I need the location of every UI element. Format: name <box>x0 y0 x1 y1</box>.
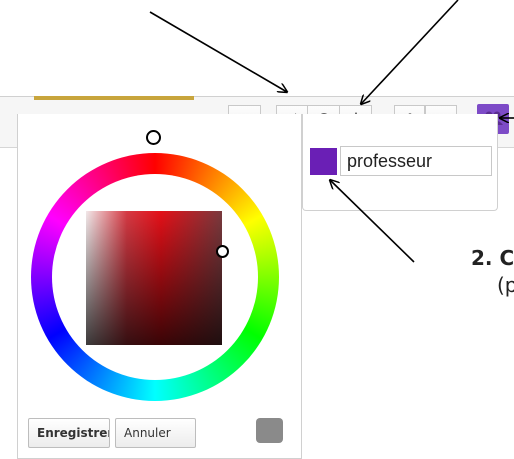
cancel-button-label: Annuler <box>124 426 171 440</box>
instruction-paren: (p <box>497 273 514 297</box>
saturation-value-square[interactable] <box>86 211 222 345</box>
color-preview-swatch <box>256 418 283 443</box>
save-button-label: Enregistrer <box>37 426 110 440</box>
color-name-value: professeur <box>347 151 433 171</box>
arrow-to-star-button <box>361 0 459 104</box>
cancel-button[interactable]: Annuler <box>115 418 196 448</box>
instruction-step: 2. C <box>471 246 514 270</box>
save-button[interactable]: Enregistrer <box>28 418 110 448</box>
color-swatch[interactable] <box>310 148 337 175</box>
arrow-to-swap-button <box>149 11 287 92</box>
color-name-field[interactable]: professeur <box>340 146 492 176</box>
saturation-marker[interactable] <box>216 245 229 258</box>
active-tab-indicator <box>34 96 194 100</box>
hue-marker[interactable] <box>146 130 161 145</box>
